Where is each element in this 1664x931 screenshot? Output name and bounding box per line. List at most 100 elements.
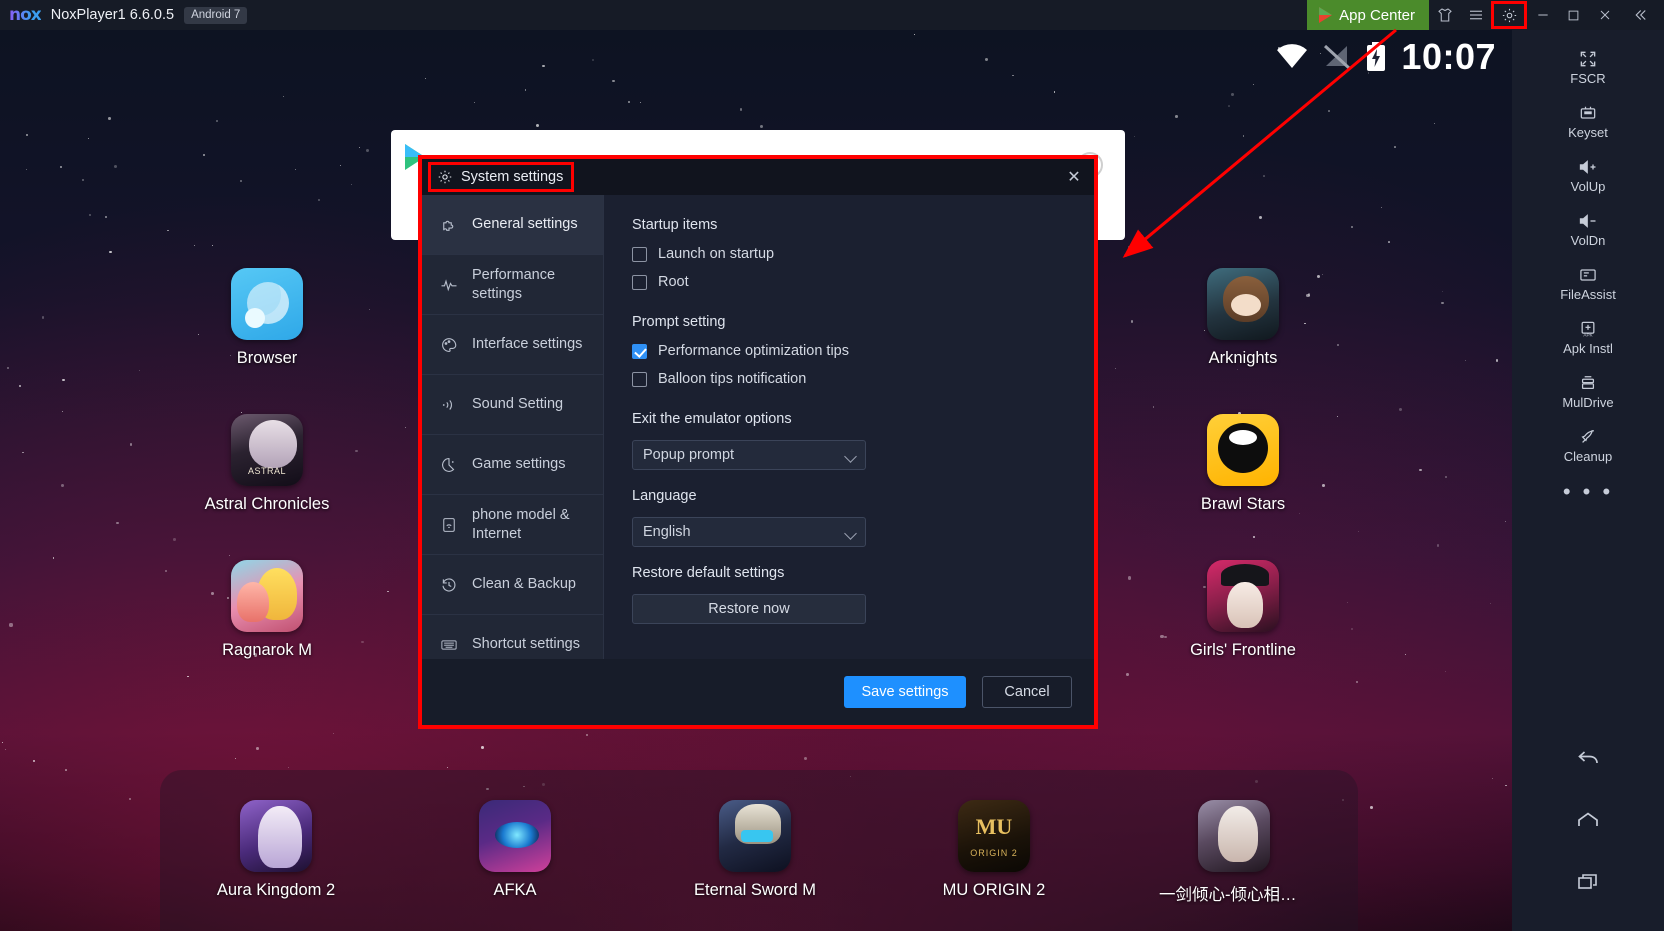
nav-item-clean-backup[interactable]: Clean & Backup xyxy=(422,555,603,615)
app-center-button[interactable]: App Center xyxy=(1307,0,1429,30)
window-title: NoxPlayer1 6.6.0.5 xyxy=(50,7,175,23)
toolbar-item-apk-instl[interactable]: APK Apk Instl xyxy=(1512,310,1664,364)
keyboard-icon xyxy=(440,636,458,654)
dock-icon-afka[interactable]: AFKA xyxy=(440,800,590,900)
toolbar-item-label: FileAssist xyxy=(1560,286,1616,302)
maximize-button[interactable] xyxy=(1558,0,1589,30)
toolbar-item-label: VolDn xyxy=(1570,232,1606,248)
file-assist-icon xyxy=(1580,268,1596,281)
dialog-close-button[interactable]: ✕ xyxy=(1064,167,1084,187)
nav-item-label: Shortcut settings xyxy=(472,636,580,653)
select-value: Popup prompt xyxy=(643,447,735,463)
dialog-titlebar: System settings ✕ xyxy=(422,159,1094,195)
toolbar-item-label: MulDrive xyxy=(1562,394,1614,410)
app-icon-arknights[interactable]: Arknights xyxy=(1168,268,1318,368)
root-checkbox[interactable] xyxy=(632,274,647,290)
language-title: Language xyxy=(632,488,697,504)
dock-icon-mu-origin-2[interactable]: MU ORIGIN 2 xyxy=(919,800,1069,900)
nav-item-game-settings[interactable]: Game settings xyxy=(422,435,603,495)
window-titlebar: nox NoxPlayer1 6.6.0.5 Android 7 App Cen… xyxy=(0,0,1664,30)
nav-item-label: phone model & Internet xyxy=(472,507,570,542)
browser-app-art xyxy=(231,268,303,340)
toolbar-item-voldn[interactable]: VolDn xyxy=(1512,202,1664,256)
checkbox-label: Launch on startup xyxy=(658,246,775,262)
nav-home-button[interactable] xyxy=(1512,789,1664,851)
nav-recents-button[interactable] xyxy=(1512,851,1664,913)
app-icon-brawl-stars[interactable]: Brawl Stars xyxy=(1168,414,1318,514)
checkbox-label: Root xyxy=(658,274,689,290)
system-settings-dialog: System settings ✕ General settings Perfo… xyxy=(418,155,1098,729)
app-label: Aura Kingdom 2 xyxy=(216,881,336,899)
android-nav-bar xyxy=(1512,727,1664,931)
toolbar-item-fileassist[interactable]: FileAssist xyxy=(1512,256,1664,310)
palette-icon xyxy=(440,336,458,354)
chevron-down-icon xyxy=(844,527,857,540)
toolbar-more-button[interactable]: • • • xyxy=(1563,472,1613,512)
toolbar-item-volup[interactable]: VolUp xyxy=(1512,148,1664,202)
toolbar-item-muldrive[interactable]: MulDrive xyxy=(1512,364,1664,418)
settings-gear-button[interactable] xyxy=(1491,0,1527,30)
checkbox-label: Performance optimization tips xyxy=(658,343,849,359)
history-icon xyxy=(440,576,458,594)
toolbar-item-label: Apk Instl xyxy=(1563,340,1613,356)
toolbar-item-label: Keyset xyxy=(1568,124,1608,140)
startup-items-title: Startup items xyxy=(632,217,718,233)
dialog-nav-list: General settings Performance settings In… xyxy=(422,195,604,675)
nav-item-performance-settings[interactable]: Performance settings xyxy=(422,255,603,315)
ragnarok-m-app-art xyxy=(231,560,303,632)
app-label: Brawl Stars xyxy=(1200,495,1286,513)
restore-default-settings-title: Restore default settings xyxy=(632,565,785,581)
waveform-icon xyxy=(440,276,458,294)
nav-item-sound-setting[interactable]: Sound Setting xyxy=(422,375,603,435)
performance-optimization-tips-checkbox[interactable] xyxy=(632,343,647,359)
app-icon-astral-chronicles[interactable]: Astral Chronicles xyxy=(192,414,342,514)
mu-origin-2-app-art xyxy=(958,800,1030,872)
balloon-tips-notification-checkbox[interactable] xyxy=(632,371,647,387)
launch-on-startup-checkbox[interactable] xyxy=(632,246,647,262)
cancel-button[interactable]: Cancel xyxy=(982,676,1072,708)
nox-logo: nox xyxy=(9,5,42,25)
dialog-title-highlight: System settings xyxy=(428,162,575,192)
toolbar-item-fscr[interactable]: FSCR xyxy=(1512,40,1664,94)
nav-item-label: Interface settings xyxy=(472,336,583,353)
app-icon-girls-frontline[interactable]: Girls' Frontline xyxy=(1168,560,1318,660)
dock-icon-yijian-qingxin[interactable]: 一剑倾心-倾心相遇， ... xyxy=(1159,800,1309,905)
collapse-toolbar-button[interactable] xyxy=(1620,0,1660,30)
checkbox-row-performance-tips[interactable]: Performance optimization tips xyxy=(632,343,1094,359)
close-button[interactable] xyxy=(1589,0,1620,30)
dock-icon-eternal-sword-m[interactable]: Eternal Sword M xyxy=(680,800,830,900)
gear-icon xyxy=(438,170,452,183)
toolbar-item-keyset[interactable]: Keyset xyxy=(1512,94,1664,148)
toolbar-item-label: FSCR xyxy=(1570,70,1606,86)
volume-down-icon xyxy=(1579,213,1596,228)
fullscreen-icon xyxy=(1580,51,1596,66)
exit-emulator-options-select[interactable]: Popup prompt xyxy=(632,440,866,470)
dock-icon-aura-kingdom-2[interactable]: Aura Kingdom 2 xyxy=(201,800,351,900)
checkbox-row-balloon-tips[interactable]: Balloon tips notification xyxy=(632,371,1094,387)
nav-item-label: Sound Setting xyxy=(472,396,564,413)
save-settings-button[interactable]: Save settings xyxy=(844,676,966,708)
nav-item-interface-settings[interactable]: Interface settings xyxy=(422,315,603,375)
language-select[interactable]: English xyxy=(632,517,866,547)
app-icon-browser[interactable]: Browser xyxy=(192,268,342,368)
nav-back-button[interactable] xyxy=(1512,727,1664,789)
nav-item-label: Performance settings xyxy=(472,267,556,302)
multi-drive-icon xyxy=(1581,375,1595,389)
restore-now-button[interactable]: Restore now xyxy=(632,594,866,624)
app-icon-ragnarok-m[interactable]: Ragnarok M xyxy=(192,560,342,660)
sound-wave-icon xyxy=(440,396,458,414)
minimize-button[interactable] xyxy=(1527,0,1558,30)
toolbar-item-cleanup[interactable]: Cleanup xyxy=(1512,418,1664,472)
checkbox-row-launch-on-startup[interactable]: Launch on startup xyxy=(632,246,1094,262)
nav-item-general-settings[interactable]: General settings xyxy=(422,195,603,255)
hamburger-menu-icon[interactable] xyxy=(1460,0,1491,30)
checkbox-row-root[interactable]: Root xyxy=(632,274,1094,290)
cleanup-rocket-icon xyxy=(1581,429,1594,443)
app-center-label: App Center xyxy=(1339,6,1415,24)
nav-item-phone-model-internet[interactable]: phone model & Internet xyxy=(422,495,603,555)
play-store-icon xyxy=(1319,7,1333,23)
recents-icon xyxy=(1578,874,1597,889)
dialog-title: System settings xyxy=(461,168,564,185)
tshirt-icon[interactable] xyxy=(1429,0,1460,30)
home-screen-dock: Aura Kingdom 2 AFKA Eternal Sword M MU O… xyxy=(160,770,1358,931)
